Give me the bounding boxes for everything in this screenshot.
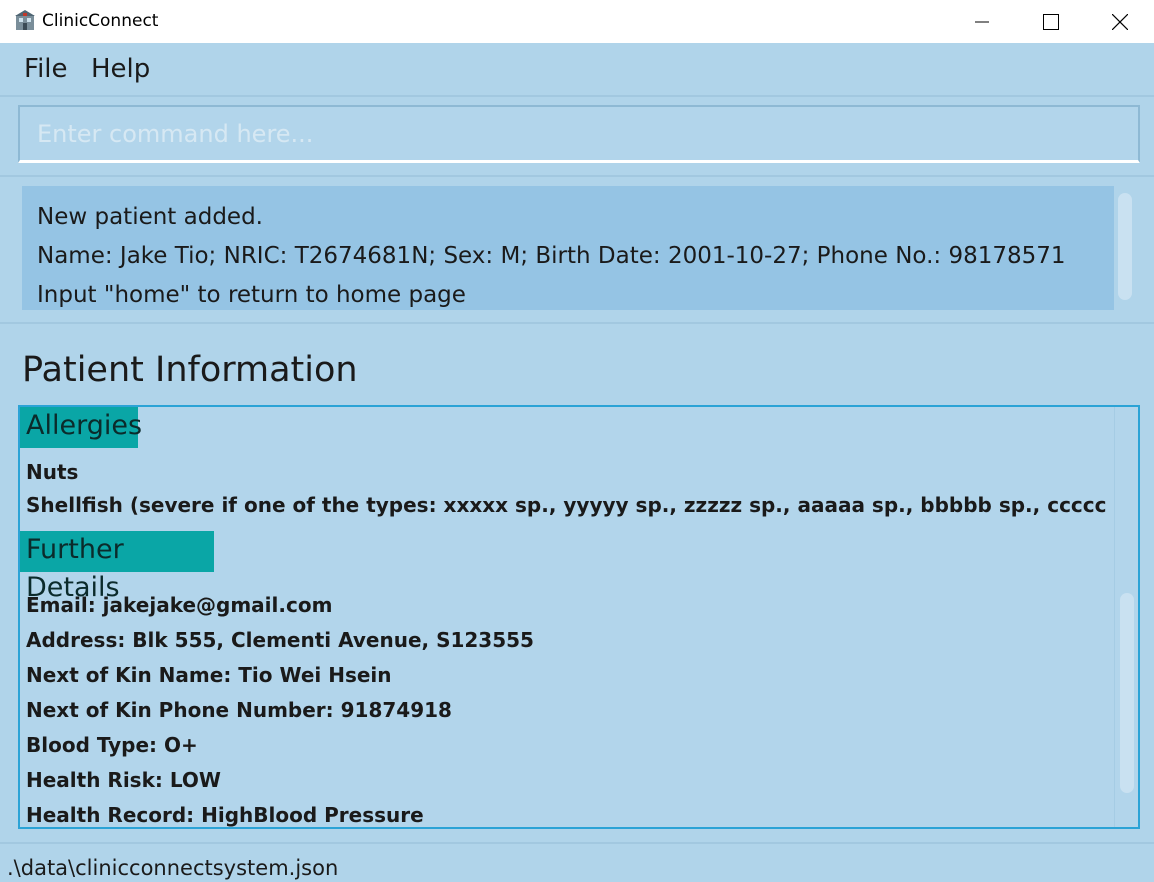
window-title: ClinicConnect [42,11,159,31]
detail-address: Address: Blk 555, Clementi Avenue, S1235… [26,628,534,652]
detail-blood-type: Blood Type: O+ [26,733,198,757]
info-scrollbar-thumb[interactable] [1120,593,1134,793]
result-line: New patient added. [37,204,263,230]
menu-bar: File Help [0,43,1154,97]
detail-health-risk: Health Risk: LOW [26,768,221,792]
divider [0,322,1154,324]
clinic-building-icon [14,9,36,31]
command-input[interactable] [20,107,1138,160]
detail-kin-name: Next of Kin Name: Tio Wei Hsein [26,663,392,687]
result-line: Name: Jake Tio; NRIC: T2674681N; Sex: M;… [37,243,1066,269]
result-display: New patient added. Name: Jake Tio; NRIC:… [22,186,1114,310]
menu-help[interactable]: Help [91,54,150,84]
result-scrollbar[interactable] [1118,193,1132,300]
allergy-item: Nuts [26,460,79,484]
maximize-icon [1043,13,1059,30]
minimize-button[interactable] [947,0,1017,43]
close-button[interactable] [1085,0,1154,43]
patient-info-panel: Allergies Nuts Shellfish (severe if one … [18,405,1140,829]
maximize-button[interactable] [1016,0,1086,43]
detail-kin-phone: Next of Kin Phone Number: 91874918 [26,698,452,722]
data-file-path: .\data\clinicconnectsystem.json [7,856,339,880]
menu-file[interactable]: File [24,54,68,84]
allergies-heading: Allergies [20,407,142,448]
minimize-icon [975,21,989,22]
allergy-item: Shellfish (severe if one of the types: x… [26,493,1138,517]
detail-email: Email: jakejake@gmail.com [26,593,333,617]
status-bar: .\data\clinicconnectsystem.json [0,842,1154,882]
command-box [18,105,1140,163]
divider [0,175,1154,177]
result-line: Input "home" to return to home page [37,282,466,308]
patient-info-title: Patient Information [22,350,358,390]
close-icon [1112,13,1128,30]
title-bar: ClinicConnect [0,0,1154,43]
detail-health-record: Health Record: HighBlood Pressure [26,803,424,827]
further-details-heading: Further Details [20,531,214,603]
